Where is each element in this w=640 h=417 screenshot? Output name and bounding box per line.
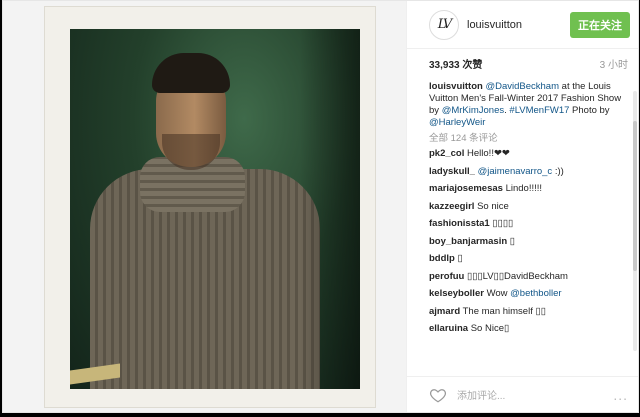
all-comments-link[interactable]: 全部 124 条评论: [429, 133, 628, 145]
comment-user[interactable]: boy_banjarmasin: [429, 236, 507, 247]
comment-item: ladyskull_ @jaimenavarro_c :)): [429, 166, 628, 178]
comment-user[interactable]: kelseyboller: [429, 288, 484, 299]
comment-text: ▯: [509, 235, 516, 247]
more-options-icon[interactable]: ...: [613, 387, 628, 403]
heart-icon[interactable]: [429, 386, 447, 404]
comment-text: ▯: [457, 253, 463, 264]
like-count[interactable]: 33,933 次赞: [429, 56, 482, 71]
post-panel: LV louisvuitton 正在关注 33,933 次赞 3 小时 loui…: [2, 0, 639, 413]
comment-text: Hello!!❤❤: [467, 148, 510, 159]
caption-mention-beckham[interactable]: @DavidBeckham: [485, 81, 559, 92]
photo-hair: [152, 53, 230, 93]
post-footer: 添加评论... ...: [407, 376, 638, 412]
comment-user[interactable]: bddlp: [429, 253, 455, 264]
comment-user[interactable]: pk2_col: [429, 148, 464, 159]
comment-user[interactable]: ellaruina: [429, 323, 468, 334]
comment-user[interactable]: perofuu: [429, 271, 464, 282]
post-media: [3, 1, 407, 412]
post-caption: louisvuitton @DavidBeckham at the Louis …: [429, 81, 628, 129]
caption-mention-kimjones[interactable]: @MrKimJones: [442, 105, 504, 116]
comment-user[interactable]: mariajosemesas: [429, 183, 503, 194]
comment-text: Lindo!!!!!: [505, 183, 543, 194]
comment-text: :)): [552, 165, 564, 177]
comment-item: ellaruina So Nice▯: [429, 323, 628, 335]
post-sidebar: LV louisvuitton 正在关注 33,933 次赞 3 小时 loui…: [407, 1, 638, 412]
comment-text: ▯▯▯▯: [492, 218, 514, 229]
avatar[interactable]: LV: [429, 9, 459, 40]
comment-user[interactable]: ladyskull_: [429, 166, 475, 177]
post-stats: 33,933 次赞 3 小时: [407, 49, 638, 77]
comment-user[interactable]: fashionissta1: [429, 218, 490, 229]
comment-list: louisvuitton @DavidBeckham at the Louis …: [407, 77, 638, 341]
comment-item: mariajosemesas Lindo!!!!!: [429, 183, 628, 195]
comment-text: ▯▯▯LV▯▯DavidBeckham: [467, 270, 568, 282]
comment-item: perofuu ▯▯▯LV▯▯DavidBeckham: [429, 271, 628, 283]
comment-item: kazzeegirl So nice: [429, 201, 628, 213]
comment-item: fashionissta1 ▯▯▯▯: [429, 218, 628, 230]
post-photo[interactable]: [70, 29, 360, 389]
username-link[interactable]: louisvuitton: [467, 19, 570, 31]
scrollbar-thumb[interactable]: [633, 121, 637, 271]
comment-text: The man himself ▯▯: [462, 305, 546, 317]
comment-text: Wow: [486, 288, 511, 299]
caption-user[interactable]: louisvuitton: [429, 81, 483, 92]
caption-text-4: Photo by: [569, 105, 610, 116]
polaroid-frame: [45, 7, 375, 407]
comment-mention[interactable]: @bethboller: [510, 288, 561, 299]
comment-item: bddlp ▯: [429, 253, 628, 265]
caption-hashtag[interactable]: #LVMenFW17: [509, 105, 569, 116]
comment-mention[interactable]: @jaimenavarro_c: [478, 166, 553, 177]
add-comment-input[interactable]: 添加评论...: [457, 387, 613, 402]
comment-user[interactable]: ajmard: [429, 306, 460, 317]
post-header: LV louisvuitton 正在关注: [407, 1, 638, 49]
comment-text: So nice: [477, 200, 509, 212]
post-time[interactable]: 3 小时: [600, 56, 628, 71]
photo-shadow: [300, 29, 360, 389]
comment-item: kelseyboller Wow @bethboller: [429, 288, 628, 300]
comment-item: ajmard The man himself ▯▯: [429, 306, 628, 318]
comment-user[interactable]: kazzeegirl: [429, 201, 474, 212]
following-button[interactable]: 正在关注: [570, 11, 630, 38]
comment-item: pk2_col Hello!!❤❤: [429, 148, 628, 160]
comments-scrollbar[interactable]: [633, 91, 637, 351]
comment-item: boy_banjarmasin ▯: [429, 236, 628, 248]
comment-text: So Nice▯: [470, 323, 510, 334]
caption-mention-harleyweir[interactable]: @HarleyWeir: [429, 117, 485, 128]
